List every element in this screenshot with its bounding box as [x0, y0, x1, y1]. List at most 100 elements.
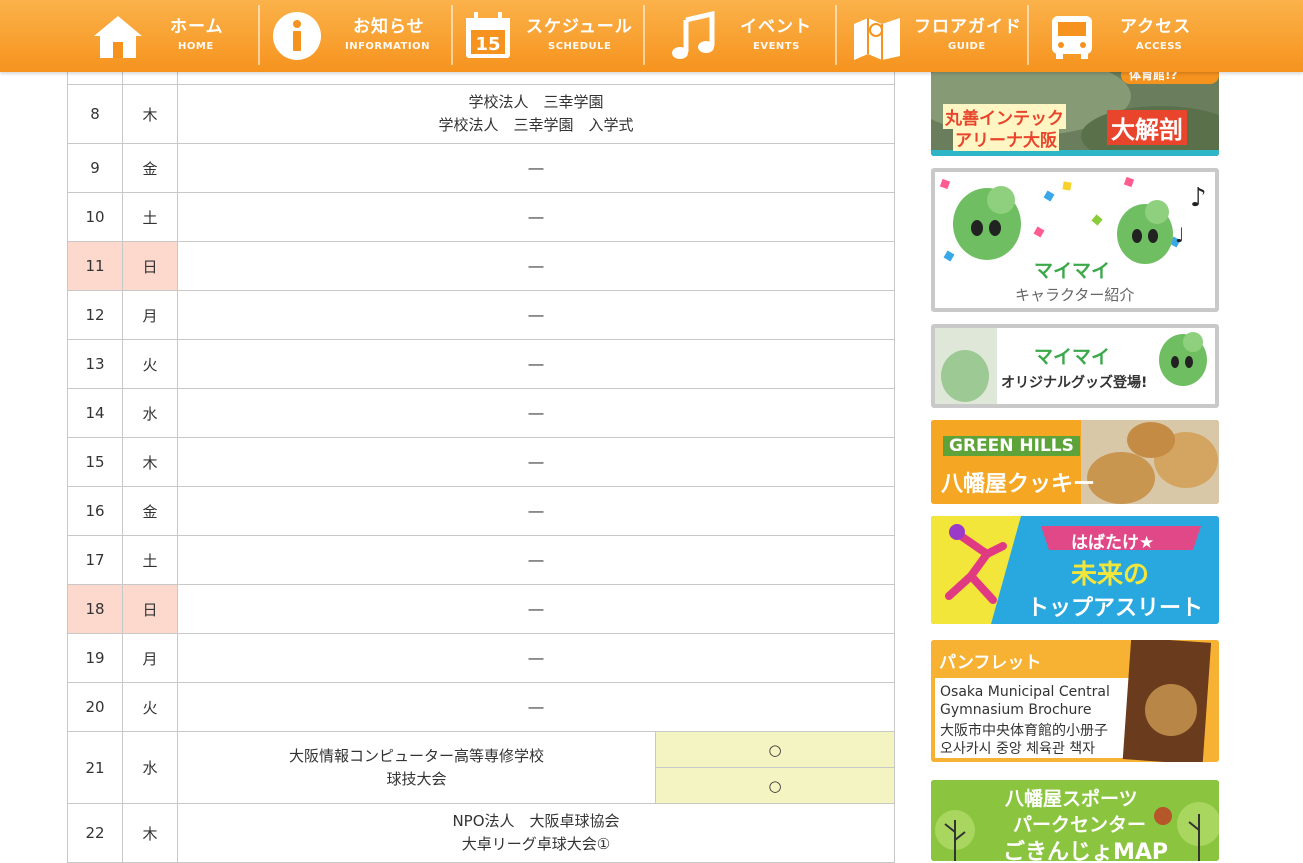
weekday-cell: 日 — [122, 584, 178, 634]
event-cell: ― — [177, 339, 895, 389]
pamphlet-banner[interactable]: パンフレット Osaka Municipal Central Gymnasium… — [931, 640, 1219, 762]
table-row: 15 木 ― — [67, 437, 895, 487]
cookie-banner[interactable]: GREEN HILLS 八幡屋クッキー — [931, 420, 1219, 504]
maimai-goods-title: マイマイ — [1034, 346, 1111, 368]
availability-mark: ○ — [655, 731, 895, 768]
map-banner-line2: パークセンター — [1013, 814, 1147, 836]
nav-events-label: イベント — [740, 17, 812, 37]
table-row: 14 水 ― — [67, 388, 895, 438]
event-line: ― — [528, 305, 544, 324]
nav-schedule[interactable]: 15 スケジュール SCHEDULE — [462, 0, 640, 72]
pamphlet-line3: 大阪市中央体育館的小册子 — [940, 723, 1108, 739]
schedule-table: 8 木学校法人 三幸学園 学校法人 三幸学園 入学式 9 金 ― 10 土 ― 11 日 ― 12 月 ― 1… — [67, 40, 895, 863]
event-cell: ― — [177, 192, 895, 242]
event-line: ― — [528, 648, 544, 667]
pamphlet-line2: Gymnasium Brochure — [940, 702, 1092, 718]
music-note-icon — [672, 10, 715, 59]
table-row: 9 金 ― — [67, 143, 895, 193]
house-icon — [94, 16, 142, 58]
event-line: ― — [528, 599, 544, 618]
day-cell: 22 — [67, 803, 123, 863]
nav-events[interactable]: イベント EVENTS — [668, 0, 828, 72]
day-cell: 9 — [67, 143, 123, 193]
pamphlet-line4: 오사카시 중앙 체육관 책자 — [940, 741, 1096, 757]
nav-events-sub: EVENTS — [753, 41, 800, 52]
map-icon — [854, 18, 900, 60]
bus-icon — [1052, 16, 1092, 59]
event-line: 球技大会 — [386, 769, 447, 788]
nav-guide-sub: GUIDE — [948, 41, 986, 52]
day-cell: 21 — [67, 731, 123, 804]
day-cell: 8 — [67, 84, 123, 144]
day-cell: 17 — [67, 535, 123, 585]
athlete-banner-title2: トップアスリート — [1027, 596, 1204, 621]
cookie-banner-label: GREEN HILLS — [943, 436, 1080, 456]
day-cell: 10 — [67, 192, 123, 242]
event-line: 学校法人 三幸学園 — [468, 93, 604, 111]
nav-divider — [258, 5, 260, 65]
calendar-icon: 15 — [466, 12, 510, 58]
nav-access-sub: ACCESS — [1136, 41, 1183, 52]
event-line: 大卓リーグ卓球大会① — [461, 835, 611, 853]
nav-access[interactable]: アクセス ACCESS — [1046, 0, 1206, 72]
day-cell: 15 — [67, 437, 123, 487]
info-icon — [273, 12, 321, 60]
nav-access-label: アクセス — [1120, 17, 1192, 37]
event-cell: NPO法人 大阪卓球協会 大卓リーグ卓球大会① — [177, 803, 895, 863]
nav-guide[interactable]: フロアガイド GUIDE — [850, 0, 1025, 72]
nav-divider — [1027, 5, 1029, 65]
nav-home-label: ホーム — [170, 17, 224, 37]
athlete-banner-title: 未来の — [1071, 560, 1150, 590]
maimai-goods-sub: オリジナルグッズ登場! — [1001, 375, 1148, 391]
availability-mark: ○ — [655, 767, 895, 804]
nav-guide-label: フロアガイド — [914, 17, 1022, 37]
day-cell: 20 — [67, 682, 123, 732]
event-cell: 大阪情報コンピューター高等専修学校 球技大会 — [177, 731, 656, 804]
athlete-banner[interactable]: はばたけ★ 未来の トップアスリート — [931, 516, 1219, 624]
maimai-character-banner[interactable]: ♪ ♩ マイマイ キャラクター紹介 — [931, 168, 1219, 312]
event-cell: ― — [177, 535, 895, 585]
event-line: ― — [528, 354, 544, 373]
table-row: 19 月 ― — [67, 633, 895, 683]
event-cell: ― — [177, 584, 895, 634]
day-cell: 18 — [67, 584, 123, 634]
table-row: 10 土 ― — [67, 192, 895, 242]
nav-home[interactable]: ホーム HOME — [88, 0, 248, 72]
nav-schedule-label: スケジュール — [526, 17, 633, 37]
top-navigation: ホーム HOME お知らせ INFORMATION 15 スケジュール SCHE… — [0, 0, 1303, 72]
event-line: 学校法人 三幸学園 入学式 — [438, 116, 634, 134]
day-cell: 13 — [67, 339, 123, 389]
day-cell: 12 — [67, 290, 123, 340]
weekday-cell: 水 — [122, 731, 178, 804]
schedule-table-body: 8 木学校法人 三幸学園 学校法人 三幸学園 入学式 9 金 ― 10 土 ― 11 日 ― 12 月 ― 1… — [67, 40, 895, 863]
event-cell: ― — [177, 682, 895, 732]
calendar-icon-number: 15 — [475, 34, 500, 55]
arena-banner[interactable]: 体育館!? 丸善インテック アリーナ大阪 大解剖 — [931, 66, 1219, 156]
weekday-cell: 金 — [122, 486, 178, 536]
event-line: ― — [528, 550, 544, 569]
table-row: 8 木学校法人 三幸学園 学校法人 三幸学園 入学式 — [67, 84, 895, 144]
maimai-banner-sub: キャラクター紹介 — [1015, 286, 1135, 304]
table-row: 11 日 ― — [67, 241, 895, 291]
table-row: 13 火 ― — [67, 339, 895, 389]
svg-text:♩: ♩ — [1175, 223, 1184, 247]
neighborhood-map-banner[interactable]: 八幡屋スポーツ パークセンター ごきんじょMAP — [931, 780, 1219, 861]
weekday-cell: 木 — [122, 803, 178, 863]
nav-divider — [835, 5, 837, 65]
arena-banner-line2: アリーナ大阪 — [953, 126, 1059, 151]
svg-text:♪: ♪ — [1190, 183, 1207, 213]
map-banner-line1: 八幡屋スポーツ — [1005, 788, 1138, 810]
table-row: 20 火 ― — [67, 682, 895, 732]
event-line: ― — [528, 452, 544, 471]
event-cell: ― — [177, 290, 895, 340]
weekday-cell: 日 — [122, 241, 178, 291]
event-line: ― — [528, 501, 544, 520]
event-line: ― — [528, 207, 544, 226]
nav-information[interactable]: お知らせ INFORMATION — [268, 0, 448, 72]
maimai-goods-banner[interactable]: マイマイ オリジナルグッズ登場! — [931, 324, 1219, 408]
weekday-cell: 火 — [122, 682, 178, 732]
nav-divider — [451, 5, 453, 65]
athlete-banner-ribbon: はばたけ★ — [1071, 533, 1155, 553]
table-row: 22 木 NPO法人 大阪卓球協会 大卓リーグ卓球大会① — [67, 803, 895, 863]
map-banner-line3: ごきんじょMAP — [1003, 840, 1169, 861]
